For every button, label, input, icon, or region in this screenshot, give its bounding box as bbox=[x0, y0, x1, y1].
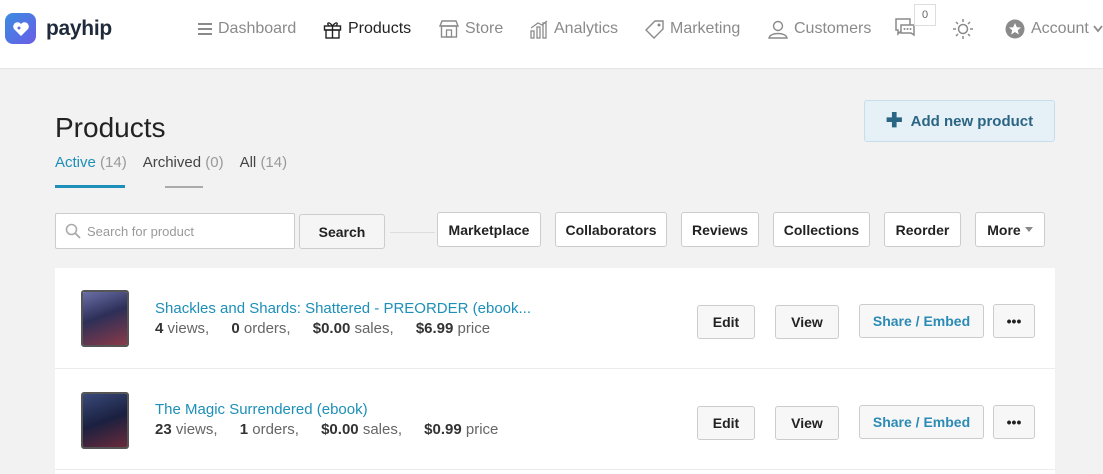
tab-archived-count: (0) bbox=[205, 154, 224, 171]
share-embed-button[interactable]: Share / Embed bbox=[859, 405, 984, 439]
nav-store-label: Store bbox=[465, 20, 504, 37]
account-badge-icon bbox=[1005, 19, 1025, 39]
orders-count: 1 bbox=[239, 421, 249, 438]
share-embed-button[interactable]: Share / Embed bbox=[859, 304, 984, 338]
tag-icon bbox=[645, 19, 664, 39]
reorder-button[interactable]: Reorder bbox=[884, 212, 961, 247]
more-options-button[interactable]: ••• bbox=[993, 405, 1035, 439]
tab-active[interactable]: Active (14) bbox=[55, 152, 127, 188]
more-options-button[interactable]: ••• bbox=[993, 304, 1035, 338]
views-label: views, bbox=[167, 320, 210, 337]
price-amount: $0.99 bbox=[424, 421, 462, 438]
gift-icon bbox=[323, 21, 342, 39]
tab-all-count: (14) bbox=[260, 154, 288, 171]
collections-button[interactable]: Collections bbox=[773, 212, 870, 247]
product-row: Shackles and Shards: Shattered - PREORDE… bbox=[55, 268, 1055, 369]
menu-lines-icon bbox=[198, 23, 212, 35]
storefront-icon bbox=[439, 20, 459, 38]
orders-count: 0 bbox=[231, 320, 240, 337]
sales-amount: $0.00 bbox=[312, 320, 351, 337]
view-button[interactable]: View bbox=[775, 406, 839, 440]
views-count: 23 bbox=[155, 421, 172, 438]
orders-label: orders, bbox=[243, 320, 291, 337]
nav-analytics[interactable]: Analytics bbox=[530, 17, 618, 41]
add-new-product-button[interactable]: ✚ Add new product bbox=[864, 100, 1055, 142]
product-stats: 23 views, 1 orders, $0.00 sales, $0.99 p… bbox=[155, 421, 498, 438]
product-title-link[interactable]: The Magic Surrendered (ebook) bbox=[155, 401, 368, 418]
search-field bbox=[55, 213, 295, 249]
sales-label: sales, bbox=[354, 320, 394, 337]
search-button[interactable]: Search bbox=[299, 214, 385, 249]
nav-store[interactable]: Store bbox=[439, 17, 503, 41]
plus-icon: ✚ bbox=[885, 110, 903, 132]
page-title: Products bbox=[55, 112, 166, 143]
nav-dashboard-label: Dashboard bbox=[218, 20, 297, 37]
sun-icon bbox=[953, 19, 973, 39]
price-amount: $6.99 bbox=[415, 320, 454, 337]
chevron-down-icon bbox=[1093, 25, 1103, 33]
bar-chart-icon bbox=[530, 20, 548, 39]
views-count: 4 bbox=[155, 320, 164, 337]
notification-count-badge: 0 bbox=[914, 4, 936, 26]
top-navbar: payhip Dashboard Products Store Analytic… bbox=[0, 0, 1103, 69]
tab-archived[interactable]: Archived (0) bbox=[143, 152, 224, 188]
product-row: The Magic Surrendered (ebook) 23 views, … bbox=[55, 369, 1055, 470]
tab-all[interactable]: All (14) bbox=[240, 152, 288, 188]
price-label: price bbox=[465, 421, 499, 438]
theme-toggle-button[interactable] bbox=[952, 18, 974, 45]
edit-button[interactable]: Edit bbox=[697, 406, 755, 440]
edit-button[interactable]: Edit bbox=[697, 305, 755, 339]
more-label: More bbox=[987, 221, 1021, 238]
toolbar-divider bbox=[390, 232, 435, 233]
price-label: price bbox=[457, 320, 491, 337]
search-input[interactable] bbox=[87, 223, 277, 239]
nav-products-label: Products bbox=[348, 20, 412, 37]
tab-all-label: All bbox=[239, 154, 257, 171]
reviews-button[interactable]: Reviews bbox=[681, 212, 759, 247]
collaborators-button[interactable]: Collaborators bbox=[555, 212, 667, 247]
sales-label: sales, bbox=[362, 421, 402, 438]
sales-amount: $0.00 bbox=[321, 421, 359, 438]
nav-products[interactable]: Products bbox=[323, 17, 411, 41]
nav-account-label: Account bbox=[1031, 20, 1089, 37]
add-new-product-label: Add new product bbox=[910, 112, 1034, 130]
search-icon bbox=[65, 223, 81, 239]
view-button[interactable]: View bbox=[775, 305, 839, 339]
caret-down-icon bbox=[1024, 227, 1033, 232]
tab-active-count: (14) bbox=[100, 154, 127, 171]
payhip-logo[interactable]: payhip bbox=[5, 13, 112, 44]
brand-name: payhip bbox=[46, 16, 112, 40]
product-stats: 4 views, 0 orders, $0.00 sales, $6.99 pr… bbox=[155, 320, 490, 337]
product-list: Shackles and Shards: Shattered - PREORDE… bbox=[55, 268, 1055, 474]
nav-analytics-label: Analytics bbox=[554, 20, 619, 37]
orders-label: orders, bbox=[252, 421, 299, 438]
nav-customers[interactable]: Customers bbox=[768, 17, 871, 41]
tab-active-label: Active bbox=[55, 154, 96, 171]
heart-tag-icon bbox=[5, 13, 36, 44]
nav-customers-label: Customers bbox=[794, 20, 872, 37]
tab-archived-label: Archived bbox=[142, 154, 202, 171]
product-status-tabs: Active (14) Archived (0) All (14) bbox=[55, 152, 303, 188]
product-cover-thumbnail[interactable] bbox=[81, 392, 129, 449]
views-label: views, bbox=[175, 421, 218, 438]
marketplace-button[interactable]: Marketplace bbox=[437, 212, 541, 247]
nav-dashboard[interactable]: Dashboard bbox=[198, 17, 296, 41]
more-dropdown-button[interactable]: More bbox=[975, 212, 1045, 247]
product-title-link[interactable]: Shackles and Shards: Shattered - PREORDE… bbox=[155, 300, 531, 317]
product-cover-thumbnail[interactable] bbox=[81, 290, 129, 347]
nav-marketing-label: Marketing bbox=[670, 20, 741, 37]
nav-account[interactable]: Account bbox=[1005, 17, 1103, 41]
nav-marketing[interactable]: Marketing bbox=[645, 17, 740, 41]
user-icon bbox=[768, 20, 788, 39]
